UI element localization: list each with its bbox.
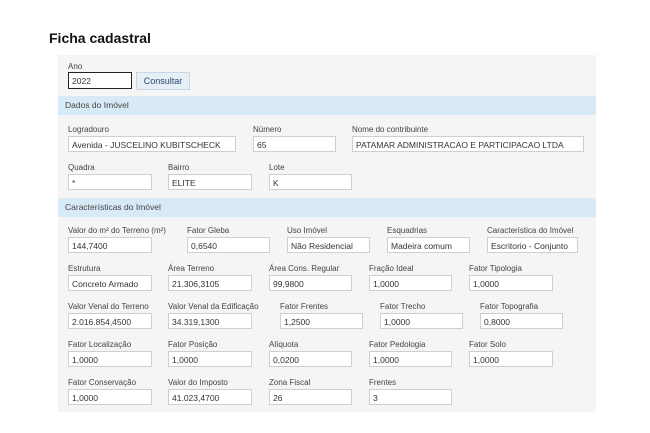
fracao-ideal-field[interactable]: 1,0000 <box>369 275 452 291</box>
section-dados-imovel: Dados do Imóvel <box>58 96 596 115</box>
fator-conservacao-label: Fator Conservação <box>68 378 137 387</box>
quadra-field[interactable]: * <box>68 174 152 190</box>
area-terreno-field[interactable]: 21.306,3105 <box>168 275 252 291</box>
numero-field[interactable]: 65 <box>253 136 336 152</box>
frentes-field[interactable]: 3 <box>369 389 452 405</box>
area-cons-regular-label: Área Cons. Regular <box>269 264 340 273</box>
contribuinte-field[interactable]: PATAMAR ADMINISTRACAO E PARTICIPACAO LTD… <box>352 136 584 152</box>
bairro-label: Bairro <box>168 163 190 172</box>
valor-venal-terreno-label: Valor Venal do Terreno <box>68 302 149 311</box>
valor-venal-edificacao-label: Valor Venal da Edificação <box>168 302 259 311</box>
valor-venal-terreno-field[interactable]: 2.016.854,4500 <box>68 313 152 329</box>
valor-imposto-field[interactable]: 41.023,4700 <box>168 389 252 405</box>
esquadrias-field[interactable]: Madeira comum <box>387 237 470 253</box>
fator-frentes-label: Fator Frentes <box>280 302 329 311</box>
fator-posicao-label: Fator Posição <box>168 340 218 349</box>
uso-imovel-label: Uso Imóvel <box>287 226 328 235</box>
fator-localizacao-label: Fator Localização <box>68 340 132 349</box>
numero-label: Número <box>253 125 282 134</box>
fator-trecho-field[interactable]: 1,0000 <box>380 313 463 329</box>
valor-m2-terreno-field[interactable]: 144,7400 <box>68 237 152 253</box>
bairro-field[interactable]: ELITE <box>168 174 252 190</box>
consultar-button[interactable]: Consultar <box>136 72 190 90</box>
valor-m2-terreno-label: Valor do m² do Terreno (m²) <box>68 226 166 235</box>
aliquota-label: Alíquota <box>269 340 299 349</box>
lote-label: Lote <box>269 163 285 172</box>
zona-fiscal-label: Zona Fiscal <box>269 378 311 387</box>
area-cons-regular-field[interactable]: 99,9800 <box>269 275 352 291</box>
section-caracteristicas-imovel: Características do Imóvel <box>58 198 596 217</box>
fator-localizacao-field[interactable]: 1,0000 <box>68 351 152 367</box>
fator-tipologia-label: Fator Tipologia <box>469 264 522 273</box>
fator-tipologia-field[interactable]: 1,0000 <box>469 275 553 291</box>
valor-venal-edificacao-field[interactable]: 34.319,1300 <box>168 313 252 329</box>
estrutura-field[interactable]: Concreto Armado <box>68 275 152 291</box>
ano-input[interactable]: 2022 <box>68 72 132 89</box>
fator-frentes-field[interactable]: 1,2500 <box>280 313 363 329</box>
estrutura-label: Estrutura <box>68 264 101 273</box>
aliquota-field[interactable]: 0,0200 <box>269 351 352 367</box>
fator-posicao-field[interactable]: 1,0000 <box>168 351 252 367</box>
fator-solo-label: Fator Solo <box>469 340 506 349</box>
fracao-ideal-label: Fração Ideal <box>369 264 414 273</box>
fator-pedologia-field[interactable]: 1,0000 <box>369 351 452 367</box>
fator-conservacao-field[interactable]: 1,0000 <box>68 389 152 405</box>
ano-label: Ano <box>68 62 83 71</box>
fator-trecho-label: Fator Trecho <box>380 302 426 311</box>
fator-topografia-field[interactable]: 0,8000 <box>480 313 563 329</box>
logradouro-field[interactable]: Avenida - JUSCELINO KUBITSCHECK <box>68 136 236 152</box>
esquadrias-label: Esquadrias <box>387 226 428 235</box>
valor-imposto-label: Valor do Imposto <box>168 378 228 387</box>
logradouro-label: Logradouro <box>68 125 109 134</box>
fator-topografia-label: Fator Topografia <box>480 302 539 311</box>
caracteristica-imovel-field[interactable]: Escritorio - Conjunto <box>487 237 578 253</box>
caracteristica-imovel-label: Característica do Imóvel <box>487 226 574 235</box>
page-title: Ficha cadastral <box>49 30 151 46</box>
fator-solo-field[interactable]: 1,0000 <box>469 351 553 367</box>
frentes-label: Frentes <box>369 378 397 387</box>
contribuinte-label: Nome do contribuinte <box>352 125 429 134</box>
fator-gleba-field[interactable]: 0,6540 <box>187 237 270 253</box>
fator-gleba-label: Fator Gleba <box>187 226 230 235</box>
lote-field[interactable]: K <box>269 174 352 190</box>
quadra-label: Quadra <box>68 163 95 172</box>
area-terreno-label: Área Terreno <box>168 264 215 273</box>
zona-fiscal-field[interactable]: 26 <box>269 389 352 405</box>
fator-pedologia-label: Fator Pedologia <box>369 340 426 349</box>
uso-imovel-field[interactable]: Não Residencial <box>287 237 370 253</box>
